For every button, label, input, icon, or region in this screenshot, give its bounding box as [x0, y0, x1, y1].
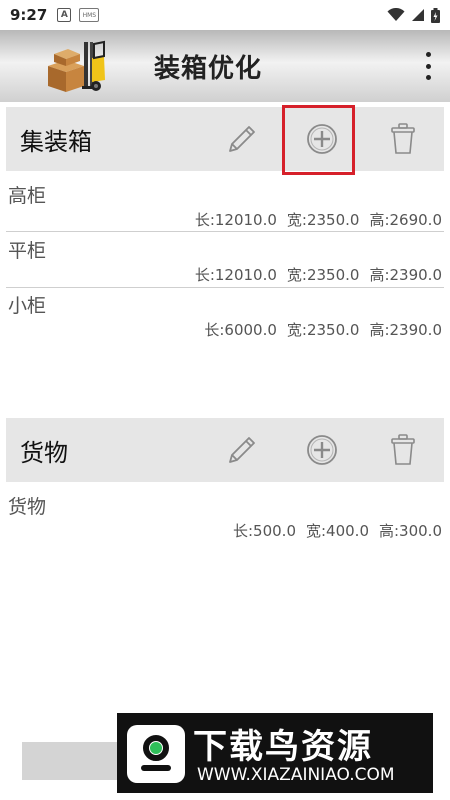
more-vert-dot [425, 63, 431, 69]
delete-cargo-button[interactable] [385, 432, 421, 468]
length-value: 长:12010.0 [194, 211, 277, 229]
container-name: 平柜 [8, 240, 47, 262]
height-value: 高:2390.0 [369, 266, 442, 284]
more-vert-dot [425, 75, 431, 80]
status-bar: 9:27 A HMS [0, 0, 450, 30]
app-bar: 装箱优化 [0, 30, 450, 102]
bird-logo-icon [127, 725, 185, 783]
page-title: 装箱优化 [154, 54, 263, 84]
signal-icon [412, 9, 424, 21]
pencil-icon [229, 437, 255, 463]
hms-icon: HMS [79, 8, 100, 22]
trash-icon [391, 434, 415, 465]
more-vert-icon [425, 52, 431, 57]
height-value: 高:300.0 [379, 522, 442, 540]
width-value: 宽:400.0 [306, 522, 369, 540]
width-value: 宽:2350.0 [286, 266, 360, 284]
status-time: 9:27 [10, 6, 48, 24]
status-icons [387, 7, 440, 23]
cargo-section-header: 货物 [6, 418, 444, 482]
cargo-dims: 长:500.0 宽:400.0 高:300.0 [233, 520, 442, 541]
add-circle-icon [307, 435, 337, 465]
height-value: 高:2390.0 [369, 321, 442, 339]
notification-icon: A [57, 8, 72, 22]
length-value: 长:6000.0 [204, 321, 277, 339]
height-value: 高:2690.0 [369, 211, 442, 229]
edit-cargo-button[interactable] [224, 432, 260, 468]
battery-icon [431, 7, 440, 23]
edit-container-button[interactable] [224, 121, 260, 157]
length-value: 长:500.0 [233, 522, 296, 540]
width-value: 宽:2350.0 [286, 211, 360, 229]
container-dims: 长:12010.0 宽:2350.0 高:2390.0 [195, 264, 442, 285]
pencil-icon [229, 126, 255, 152]
watermark-url: WWW.XIAZAINIAO.COM [197, 765, 395, 785]
container-section-title: 集装箱 [20, 127, 92, 156]
add-cargo-button[interactable] [304, 432, 340, 468]
row-divider [6, 287, 444, 288]
container-section-header: 集装箱 [6, 107, 444, 171]
width-value: 宽:2350.0 [286, 321, 360, 339]
wifi-icon [387, 8, 405, 21]
delete-container-button[interactable] [385, 121, 421, 157]
container-dims: 长:12010.0 宽:2350.0 高:2690.0 [195, 209, 442, 230]
watermark-banner: 下载鸟资源 WWW.XIAZAINIAO.COM [117, 713, 433, 793]
highlight-box [282, 105, 355, 175]
container-name: 小柜 [8, 295, 47, 317]
length-value: 长:12010.0 [194, 266, 277, 284]
bird-logo-dot [150, 742, 162, 754]
container-name: 高柜 [8, 185, 47, 207]
container-dims: 长:6000.0 宽:2350.0 高:2390.0 [204, 319, 442, 340]
forklift-icon [48, 40, 105, 92]
bird-logo-tail [141, 765, 171, 771]
cargo-name: 货物 [8, 496, 47, 518]
overflow-menu-button[interactable] [422, 52, 434, 80]
row-divider [6, 231, 444, 232]
cargo-section-title: 货物 [20, 438, 68, 467]
watermark-title: 下载鸟资源 [193, 727, 373, 767]
trash-icon [391, 123, 415, 154]
